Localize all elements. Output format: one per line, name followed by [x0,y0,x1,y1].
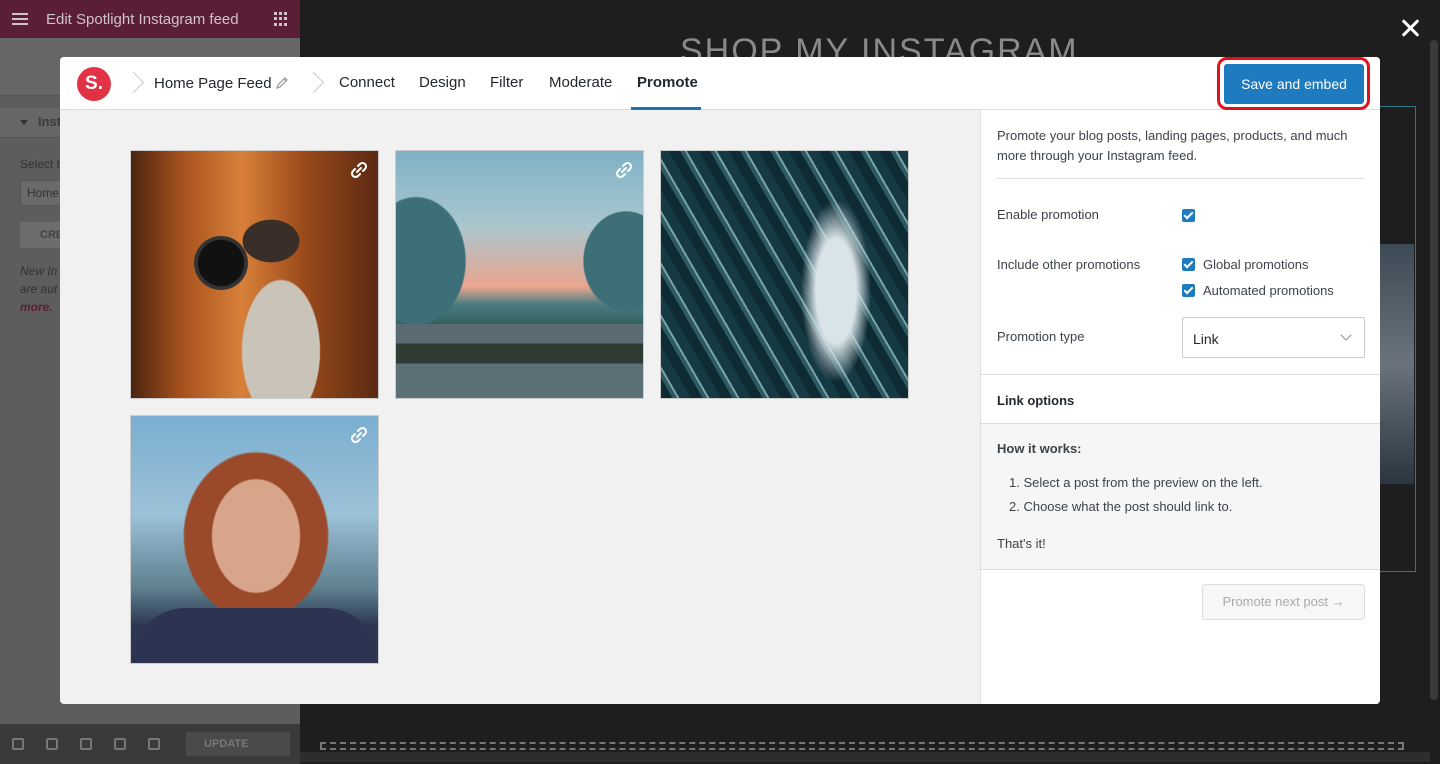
howto-step: 2. Choose what the post should link to. [1009,499,1233,514]
global-promotions-label[interactable]: Global promotions [1203,257,1309,272]
spotlight-logo: S. [77,67,111,101]
modal-nav: S. Home Page Feed Connect Design Filter … [60,57,1380,110]
post-thumbnail[interactable] [660,150,909,399]
editor-select-label: Select t [20,157,61,171]
tab-promote[interactable]: Promote [637,74,698,91]
post-thumbnail[interactable] [130,150,379,399]
tab-design[interactable]: Design [419,74,466,91]
editor-title: Edit Spotlight Instagram feed [46,10,239,28]
breadcrumb-chevron-icon [128,71,142,95]
chevron-down-icon [1340,329,1352,341]
save-and-embed-button[interactable]: Save and embed [1224,64,1364,104]
link-icon [350,426,368,444]
editor-topbar: Edit Spotlight Instagram feed [0,0,300,38]
settings-icon[interactable] [12,738,24,750]
post-thumbnail[interactable] [395,150,644,399]
post-thumbnail[interactable] [130,415,379,664]
promotion-type-label: Promotion type [997,329,1085,344]
promotion-type-select[interactable]: Link [1182,317,1365,358]
feed-name[interactable]: Home Page Feed [154,75,272,92]
history-icon[interactable] [80,738,92,750]
global-promotions-checkbox[interactable] [1182,258,1195,271]
editor-note: New In are aut more. [20,264,58,314]
tab-connect[interactable]: Connect [339,74,395,91]
preview-scrollbar[interactable] [1430,40,1438,700]
howto-end: That's it! [997,536,1046,551]
menu-icon[interactable] [12,13,28,25]
link-icon [350,161,368,179]
post-image-detail [131,608,378,663]
link-icon [615,161,633,179]
breadcrumb-chevron-icon [308,71,322,95]
include-promotions-label: Include other promotions [997,257,1141,272]
responsive-icon[interactable] [114,738,126,750]
automated-promotions-checkbox[interactable] [1182,284,1195,297]
divider [997,178,1365,179]
active-tab-indicator [631,107,701,110]
howto-step: 1. Select a post from the preview on the… [1009,475,1263,490]
enable-promotion-label: Enable promotion [997,207,1099,222]
panel-intro: Promote your blog posts, landing pages, … [997,128,1348,163]
how-it-works: How it works: 1. Select a post from the … [981,424,1380,570]
feed-editor-modal: S. Home Page Feed Connect Design Filter … [60,57,1380,704]
pencil-icon[interactable] [275,76,289,90]
enable-promotion-checkbox[interactable] [1182,209,1195,222]
preview-widget-frame [1380,106,1416,572]
editor-footer: UPDATE [0,724,300,764]
promote-next-post-button[interactable]: Promote next post → [1202,584,1365,620]
close-modal-icon[interactable] [1396,14,1424,42]
preview-add-section [320,742,1404,750]
tab-filter[interactable]: Filter [490,74,523,91]
editor-note-link[interactable]: more. [20,300,53,314]
promotion-type-value: Link [1193,331,1219,347]
update-button[interactable]: UPDATE [186,732,290,756]
tab-moderate[interactable]: Moderate [549,74,612,91]
preview-horizontal-scrollbar[interactable] [300,752,1430,762]
promote-panel: Promote your blog posts, landing pages, … [980,110,1380,704]
link-options-header[interactable]: Link options [981,374,1380,424]
howto-title: How it works: [997,441,1082,456]
preview-eye-icon[interactable] [148,738,160,750]
apps-grid-icon[interactable] [274,12,288,26]
layers-icon[interactable] [46,738,58,750]
caret-down-icon [20,120,28,126]
automated-promotions-label[interactable]: Automated promotions [1203,283,1334,298]
